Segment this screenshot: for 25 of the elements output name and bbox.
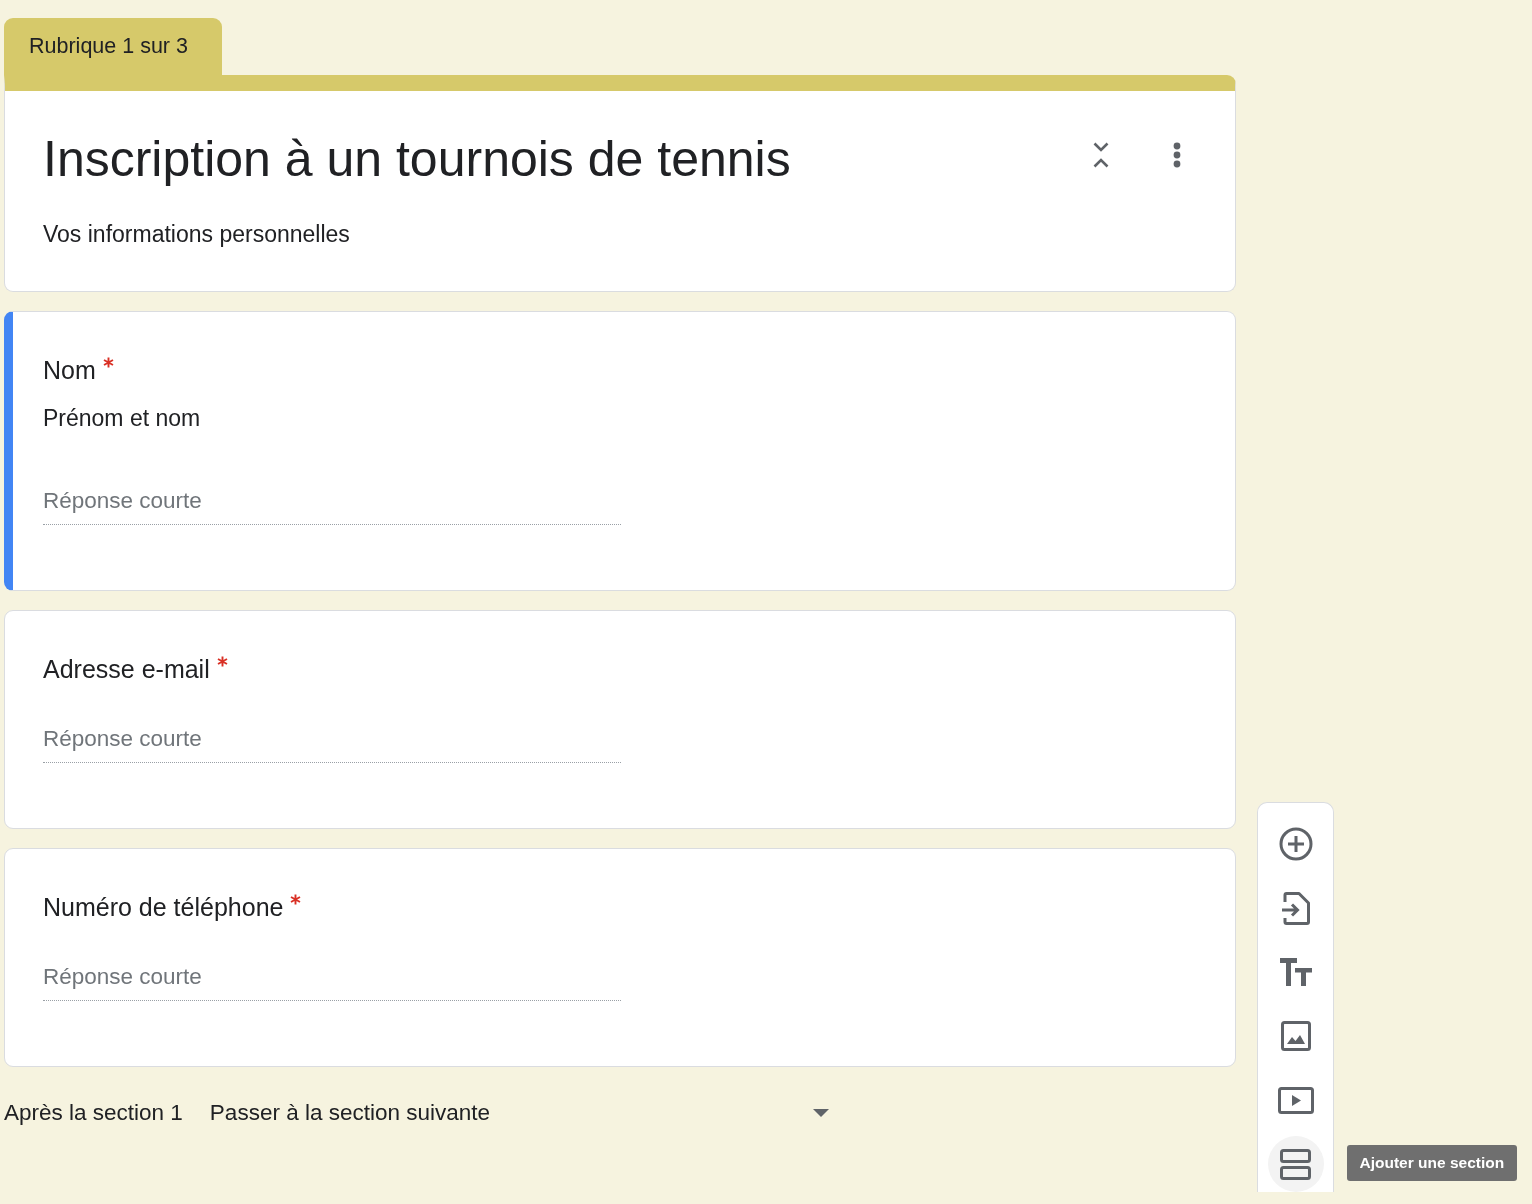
caret-icon	[812, 1109, 829, 1117]
short-answer-field[interactable]: Réponse courte	[43, 715, 621, 763]
question-card[interactable]: Numéro de téléphone Réponse courte	[4, 848, 1236, 1067]
more-vertical-icon	[1173, 142, 1181, 168]
section-indicator: Rubrique 1 sur 3	[4, 18, 222, 75]
question-card[interactable]: Nom Prénom et nom Réponse courte	[4, 311, 1236, 591]
question-title: Nom	[43, 355, 96, 386]
short-answer-field[interactable]: Réponse courte	[43, 477, 621, 525]
after-section-label: Après la section 1	[4, 1099, 183, 1127]
section-icon	[1280, 1148, 1311, 1180]
question-card[interactable]: Adresse e-mail Réponse courte	[4, 610, 1236, 829]
video-icon	[1277, 1086, 1314, 1114]
file-arrow-icon	[1281, 891, 1310, 925]
question-title: Numéro de téléphone	[43, 892, 284, 923]
question-title: Adresse e-mail	[43, 654, 210, 685]
question-description: Prénom et nom	[43, 404, 201, 433]
text-size-icon	[1279, 958, 1312, 986]
collapse-icon	[1093, 142, 1109, 168]
form-description: Vos informations personnelles	[43, 220, 350, 249]
next-section-dropdown[interactable]: Passer à la section suivante	[209, 1089, 842, 1137]
plus-circle-icon	[1278, 827, 1313, 861]
short-answer-field[interactable]: Réponse courte	[43, 953, 621, 1001]
image-icon	[1280, 1021, 1311, 1051]
tooltip: Ajouter une section	[1346, 1145, 1518, 1181]
form-title: Inscription à un tournois de tennis	[43, 130, 791, 189]
